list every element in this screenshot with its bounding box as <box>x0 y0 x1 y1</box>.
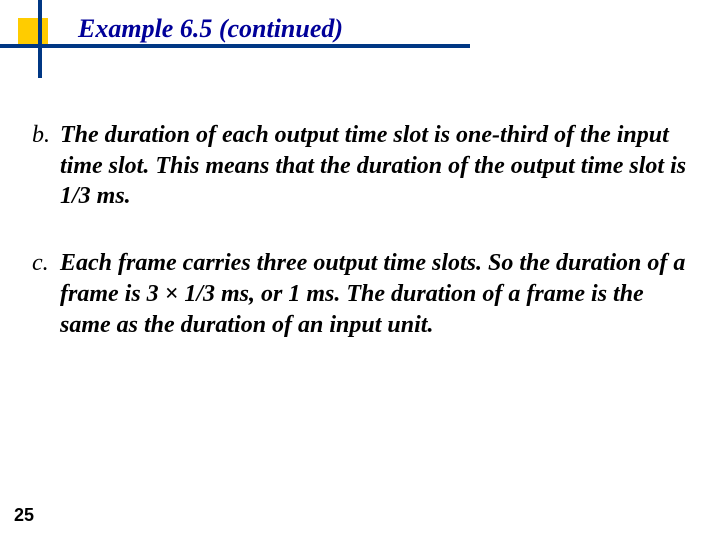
list-item: c. Each frame carries three output time … <box>32 248 688 340</box>
list-item: b. The duration of each output time slot… <box>32 120 688 212</box>
slide-body: b. The duration of each output time slot… <box>32 120 688 376</box>
page-number: 25 <box>14 505 34 526</box>
item-label: c. <box>32 248 60 340</box>
item-label: b. <box>32 120 60 212</box>
slide: Example 6.5 (continued) b. The duration … <box>0 0 720 540</box>
decor-horizontal-rule <box>0 44 470 48</box>
item-text: The duration of each output time slot is… <box>60 120 688 212</box>
item-text: Each frame carries three output time slo… <box>60 248 688 340</box>
slide-title: Example 6.5 (continued) <box>78 14 343 44</box>
decor-vertical-rule <box>38 0 42 78</box>
